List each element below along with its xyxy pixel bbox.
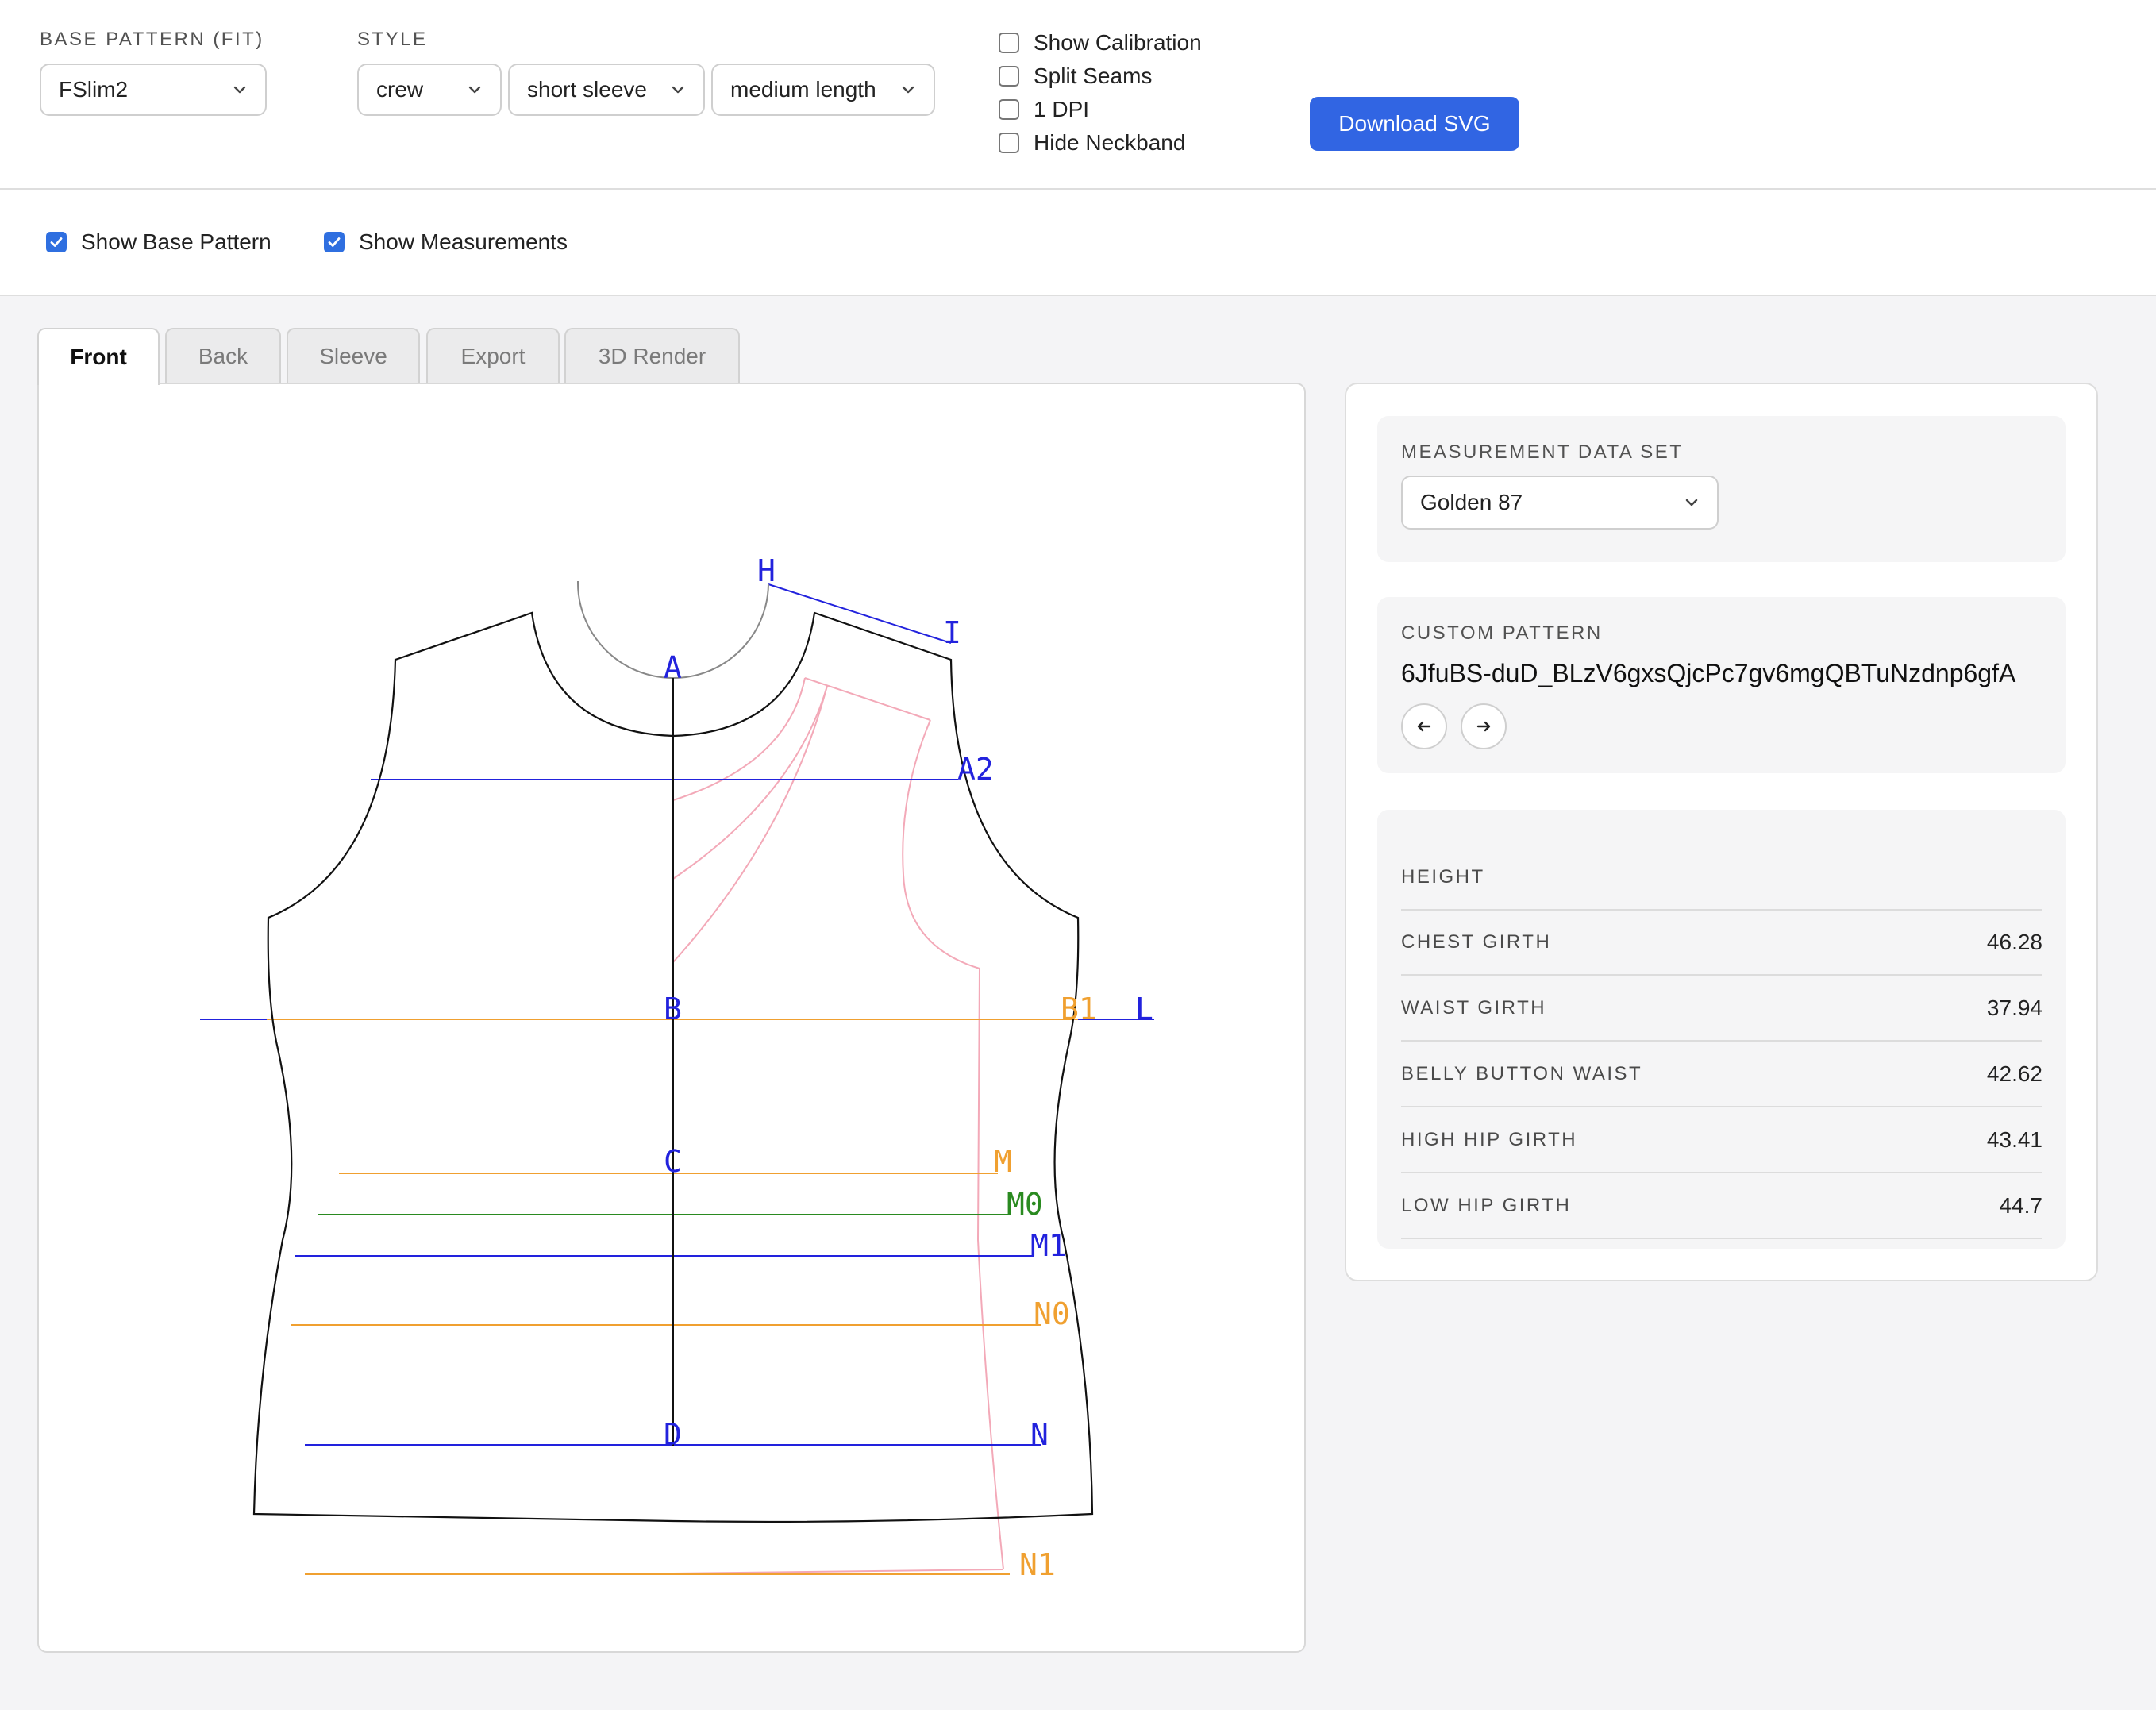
show-calibration-label: Show Calibration <box>1034 30 1202 55</box>
pattern-label-d: D <box>664 1417 682 1452</box>
checkbox-box[interactable] <box>999 133 1019 153</box>
show-base-pattern-label: Show Base Pattern <box>81 229 271 254</box>
chevron-down-icon <box>672 86 684 94</box>
measurement-row: HIGH HIP GIRTH 43.41 <box>1401 1108 2042 1173</box>
measurement-value: 37.94 <box>1986 996 2042 1020</box>
base-pattern-side-seam <box>976 968 1004 1570</box>
measurement-row: BELLY BUTTON WAIST 42.62 <box>1401 1042 2042 1107</box>
show-base-pattern-checkbox[interactable]: Show Base Pattern <box>46 229 271 255</box>
chevron-down-icon <box>902 86 914 94</box>
pattern-label-n1: N1 <box>1019 1547 1056 1582</box>
measurement-value: 43.41 <box>1986 1127 2042 1152</box>
hide-neckband-label: Hide Neckband <box>1034 130 1186 155</box>
dataset-title: MEASUREMENT DATA SET <box>1401 441 1684 463</box>
show-calibration-checkbox[interactable]: Show Calibration <box>999 30 1202 56</box>
pattern-label-n: N <box>1030 1417 1049 1452</box>
checkbox-box[interactable] <box>999 66 1019 87</box>
neck-style-value: crew <box>376 77 424 102</box>
measurement-value: 42.62 <box>1986 1061 2042 1086</box>
split-seams-checkbox[interactable]: Split Seams <box>999 64 1152 89</box>
pattern-label-h: H <box>757 553 776 588</box>
tab-sleeve[interactable]: Sleeve <box>287 328 420 383</box>
measurement-row: WAIST GIRTH 37.94 <box>1401 976 2042 1042</box>
pattern-label-m1: M1 <box>1030 1228 1067 1263</box>
measurement-row: LOW HIP GIRTH 44.7 <box>1401 1174 2042 1239</box>
pattern-label-a: A <box>664 650 682 685</box>
measurement-name: CHEST GIRTH <box>1401 931 1552 953</box>
base-pattern-hem <box>672 1569 1004 1574</box>
sleeve-style-value: short sleeve <box>527 77 647 102</box>
check-icon <box>50 237 63 247</box>
measurement-name: HIGH HIP GIRTH <box>1401 1129 1578 1150</box>
length-style-select[interactable]: medium length <box>711 64 935 116</box>
dataset-select[interactable]: Golden 87 <box>1401 476 1719 530</box>
pattern-label-b: B <box>664 992 682 1026</box>
neck-style-select[interactable]: crew <box>357 64 502 116</box>
sleeve-style-select[interactable]: short sleeve <box>508 64 705 116</box>
base-pattern-value: FSlim2 <box>59 77 129 102</box>
measurement-name: LOW HIP GIRTH <box>1401 1195 1572 1216</box>
measurement-value: 46.28 <box>1986 930 2042 954</box>
custom-pattern-title: CUSTOM PATTERN <box>1401 622 1603 644</box>
download-svg-button[interactable]: Download SVG <box>1310 97 1519 151</box>
hide-neckband-checkbox[interactable]: Hide Neckband <box>999 130 1185 156</box>
pattern-canvas[interactable]: H I A A2 B B1 L C M M0 M1 N0 D N N1 <box>37 383 1306 1653</box>
checkbox-box[interactable] <box>999 33 1019 53</box>
pattern-label-b1: B1 <box>1061 992 1097 1026</box>
measurement-dataset-panel: MEASUREMENT DATA SET Golden 87 <box>1377 416 2066 562</box>
measurement-value: 44.7 <box>1999 1193 2043 1218</box>
pattern-label-a2: A2 <box>957 752 994 787</box>
previous-pattern-button[interactable] <box>1401 703 1447 749</box>
chevron-down-icon <box>468 86 481 94</box>
pattern-label-m0: M0 <box>1007 1187 1043 1222</box>
show-measurements-checkbox[interactable]: Show Measurements <box>324 229 568 255</box>
measure-line-hi <box>768 583 952 644</box>
next-pattern-button[interactable] <box>1461 703 1507 749</box>
arrow-right-icon <box>1476 721 1491 732</box>
show-measurements-label: Show Measurements <box>359 229 568 254</box>
base-pattern-select[interactable]: FSlim2 <box>40 64 267 116</box>
measurements-panel: HEIGHT CHEST GIRTH 46.28 WAIST GIRTH 37.… <box>1377 810 2066 1249</box>
measurement-row: CHEST GIRTH 46.28 <box>1401 911 2042 976</box>
pattern-label-n0: N0 <box>1034 1296 1070 1331</box>
display-options-bar: Show Base Pattern Show Measurements <box>0 190 2156 296</box>
base-pattern-label: BASE PATTERN (FIT) <box>40 29 264 50</box>
tab-3d-render[interactable]: 3D Render <box>564 328 740 383</box>
one-dpi-label: 1 DPI <box>1034 97 1090 121</box>
checkbox-box[interactable] <box>999 99 1019 120</box>
pattern-label-m: M <box>994 1144 1012 1179</box>
tab-export[interactable]: Export <box>426 328 560 383</box>
one-dpi-checkbox[interactable]: 1 DPI <box>999 97 1089 122</box>
split-seams-label: Split Seams <box>1034 64 1153 88</box>
checkbox-checked[interactable] <box>324 232 345 252</box>
front-pattern-drawing: H I A A2 B B1 L C M M0 M1 N0 D N N1 <box>200 553 1154 1582</box>
base-pattern-inner-curve-1 <box>672 685 828 880</box>
tab-back[interactable]: Back <box>165 328 281 383</box>
check-icon <box>328 237 341 247</box>
chevron-down-icon <box>1685 499 1698 506</box>
top-toolbar: BASE PATTERN (FIT) FSlim2 STYLE crew sho… <box>0 0 2156 190</box>
pattern-label-c: C <box>664 1144 682 1179</box>
dataset-value: Golden 87 <box>1420 490 1523 514</box>
base-pattern-neck-curve <box>672 677 806 801</box>
custom-pattern-panel: CUSTOM PATTERN 6JfuBS-duD_BLzV6gxsQjcPc7… <box>1377 597 2066 773</box>
length-style-value: medium length <box>730 77 876 102</box>
base-pattern-inner-curve-2 <box>672 685 828 963</box>
custom-pattern-code: 6JfuBS-duD_BLzV6gxsQjcPc7gv6mgQBTuNzdnp6… <box>1401 659 2016 687</box>
style-label: STYLE <box>357 29 428 50</box>
chevron-down-icon <box>233 86 246 94</box>
pattern-label-i: I <box>943 615 961 650</box>
measurement-name: BELLY BUTTON WAIST <box>1401 1063 1643 1084</box>
pattern-label-l: L <box>1135 992 1153 1026</box>
arrow-left-icon <box>1417 721 1431 732</box>
checkbox-checked[interactable] <box>46 232 67 252</box>
measurement-name: HEIGHT <box>1401 866 1485 888</box>
measurement-row: HEIGHT <box>1401 845 2042 911</box>
tab-front[interactable]: Front <box>37 328 160 385</box>
measurement-name: WAIST GIRTH <box>1401 997 1547 1019</box>
